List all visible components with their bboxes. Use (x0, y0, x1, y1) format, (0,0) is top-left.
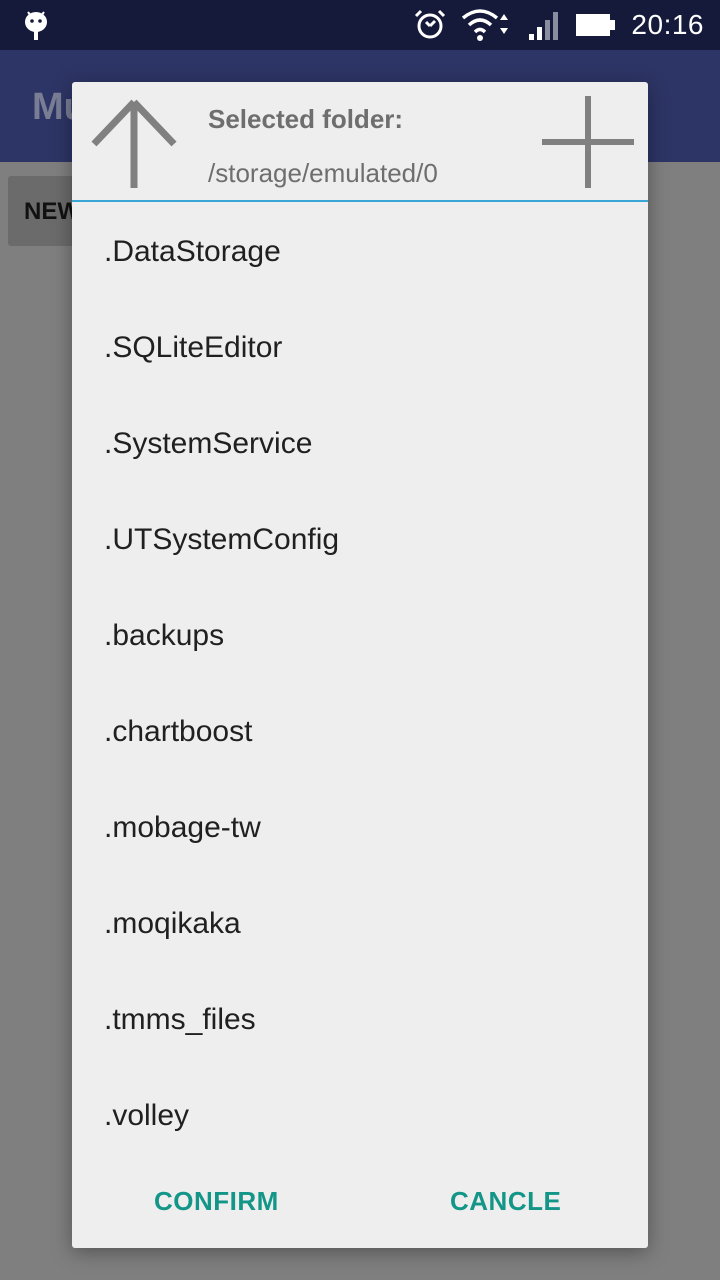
selected-folder-label: Selected folder: (208, 104, 404, 134)
plus-icon[interactable] (538, 94, 638, 190)
dialog-header: Selected folder: /storage/emulated/0 (72, 82, 648, 202)
selected-folder-path: /storage/emulated/0 (208, 158, 438, 188)
folder-item[interactable]: .UTSystemConfig (72, 492, 648, 588)
android-icon (25, 11, 47, 40)
status-bar: 20:16 (0, 0, 720, 50)
folder-item[interactable]: .SQLiteEditor (72, 300, 648, 396)
folder-item[interactable]: .volley (72, 1068, 648, 1164)
folder-item[interactable]: .tmms_files (72, 972, 648, 1068)
folder-list: .DataStorage .SQLiteEditor .SystemServic… (72, 204, 648, 1164)
signal-icon (529, 12, 559, 40)
wifi-icon (462, 9, 509, 41)
confirm-button[interactable]: CONFIRM (154, 1176, 279, 1226)
status-time: 20:16 (631, 9, 704, 40)
folder-item[interactable]: .chartboost (72, 684, 648, 780)
folder-item[interactable]: .moqikaka (72, 876, 648, 972)
alarm-icon (415, 9, 446, 39)
arrow-up-icon[interactable] (86, 92, 182, 192)
dialog-actions: CONFIRM CANCLE (72, 1162, 648, 1242)
folder-item[interactable]: .SystemService (72, 396, 648, 492)
header-divider (72, 200, 648, 202)
folder-item[interactable]: .mobage-tw (72, 780, 648, 876)
cancel-button[interactable]: CANCLE (450, 1176, 561, 1226)
folder-item[interactable]: .backups (72, 588, 648, 684)
folder-item[interactable]: .DataStorage (72, 204, 648, 300)
battery-icon (576, 14, 616, 36)
folder-chooser-dialog: Selected folder: /storage/emulated/0 .Da… (72, 82, 648, 1248)
